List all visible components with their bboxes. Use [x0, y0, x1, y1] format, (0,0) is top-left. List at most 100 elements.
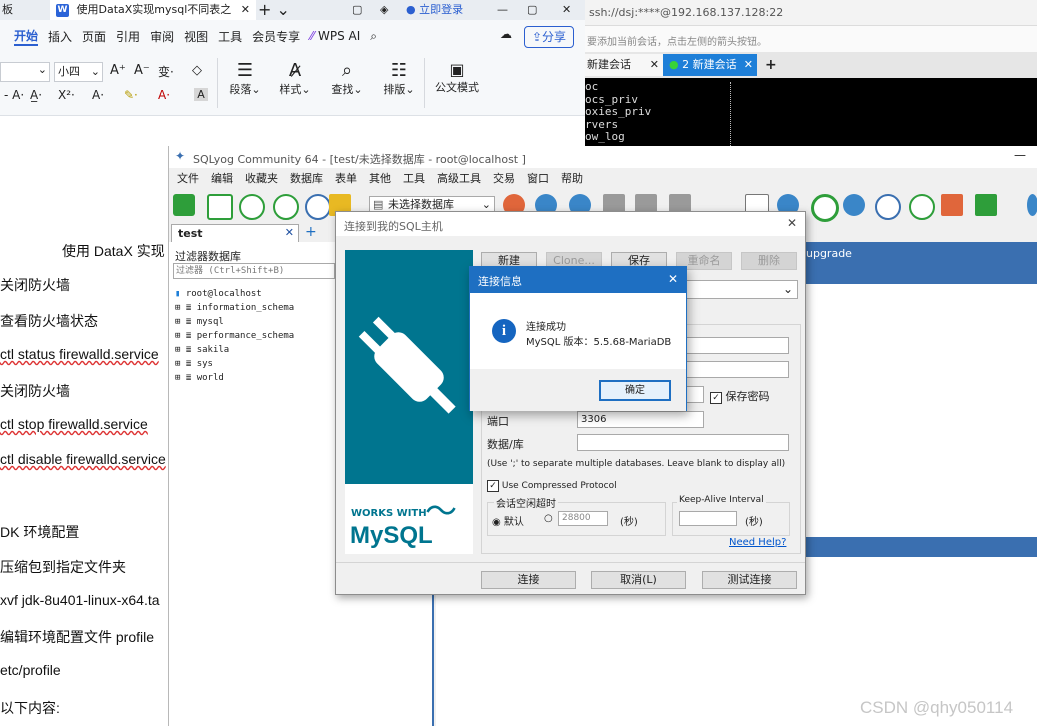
- expand-icon[interactable]: ⊞: [175, 303, 180, 313]
- login-button[interactable]: ● 立即登录: [406, 0, 476, 20]
- database-input[interactable]: [577, 434, 789, 451]
- tree-db-item[interactable]: ⊞ ≣ performance_schema: [175, 331, 294, 341]
- idle-timeout-input[interactable]: 28800: [558, 511, 608, 526]
- import-icon[interactable]: [843, 194, 865, 216]
- minimize-icon[interactable]: —: [1014, 148, 1026, 162]
- menu-table[interactable]: 表单: [335, 170, 357, 186]
- keepalive-input[interactable]: [679, 511, 737, 526]
- execute-icon[interactable]: [239, 194, 265, 220]
- history-icon[interactable]: [909, 194, 935, 220]
- wps-tab-prev[interactable]: 板: [0, 0, 46, 20]
- paragraph-button[interactable]: ☰ 段落⌄: [228, 60, 262, 97]
- close-icon[interactable]: ✕: [241, 0, 250, 20]
- tab-test[interactable]: test ✕: [171, 224, 299, 242]
- save-password-checkbox[interactable]: ✓ 保存密码: [710, 388, 770, 404]
- ssh-terminal[interactable]: oc ocs_priv oxies_priv rvers ow_log: [585, 78, 1037, 150]
- expand-icon[interactable]: ⊞: [175, 317, 180, 327]
- add-tab-icon[interactable]: +: [765, 54, 777, 76]
- connect-button[interactable]: 连接: [481, 571, 576, 589]
- menu-tools[interactable]: 工具: [403, 170, 425, 186]
- ssh-tab-2[interactable]: ● 2 新建会话 ✕: [663, 54, 757, 76]
- close-icon[interactable]: ✕: [285, 226, 294, 239]
- expand-icon[interactable]: ⊞: [175, 345, 180, 355]
- menu-member[interactable]: 会员专享: [252, 28, 300, 45]
- test-connection-button[interactable]: 测试连接: [702, 571, 797, 589]
- menu-wps-ai[interactable]: ⁄⁄ WPS AI: [310, 29, 360, 43]
- close-icon[interactable]: ✕: [787, 216, 797, 230]
- idle-custom-radio[interactable]: ○: [544, 513, 553, 524]
- highlight-icon[interactable]: ✎·: [124, 88, 138, 102]
- font-size-select[interactable]: 小四 ⌄: [54, 62, 103, 82]
- cancel-button[interactable]: 取消(L): [591, 571, 686, 589]
- strikethrough-icon[interactable]: - A·: [4, 88, 24, 102]
- menu-advanced-tools[interactable]: 高级工具: [437, 170, 481, 186]
- expand-icon[interactable]: ⊞: [175, 359, 180, 369]
- tree-db-item[interactable]: ⊞ ≣ sys: [175, 359, 213, 369]
- menu-tools[interactable]: 工具: [218, 28, 242, 45]
- menu-insert[interactable]: 插入: [48, 28, 72, 45]
- official-mode-button[interactable]: ▣ 公文模式: [434, 60, 480, 95]
- char-shading-icon[interactable]: A: [194, 88, 208, 101]
- refresh-icon[interactable]: [811, 194, 839, 222]
- find-button[interactable]: ⌕ 查找⌄: [330, 60, 364, 97]
- menu-transaction[interactable]: 交易: [493, 170, 515, 186]
- window-close-icon[interactable]: ✕: [562, 0, 576, 20]
- menu-other[interactable]: 其他: [369, 170, 391, 186]
- eraser-icon[interactable]: ◇: [192, 63, 202, 78]
- tree-root-connection[interactable]: ▮ root@localhost: [175, 289, 262, 299]
- maximize-icon[interactable]: ▢: [527, 0, 541, 20]
- phonetic-icon[interactable]: 变·: [158, 63, 174, 80]
- menu-favorites[interactable]: 收藏夹: [245, 170, 278, 186]
- menu-file[interactable]: 文件: [177, 170, 199, 186]
- execute-all-icon[interactable]: [273, 194, 299, 220]
- menu-help[interactable]: 帮助: [561, 170, 583, 186]
- add-tab-icon[interactable]: +: [305, 224, 317, 240]
- menu-home[interactable]: 开始: [14, 27, 39, 46]
- delete-button[interactable]: 删除: [741, 252, 797, 270]
- more-db-icon[interactable]: [1027, 194, 1037, 216]
- share-button[interactable]: ⇪分享: [524, 26, 574, 48]
- menu-page[interactable]: 页面: [82, 28, 106, 45]
- idle-default-radio[interactable]: ◉ 默认: [492, 513, 524, 528]
- menu-review[interactable]: 审阅: [150, 28, 174, 45]
- ssh-tab-1[interactable]: 新建会话 ✕: [585, 54, 663, 76]
- minimize-icon[interactable]: —: [497, 0, 511, 20]
- menu-reference[interactable]: 引用: [116, 28, 140, 45]
- tree-db-item[interactable]: ⊞ ≣ sakila: [175, 345, 229, 355]
- expand-icon[interactable]: ⊞: [175, 331, 180, 341]
- stop-icon[interactable]: [305, 194, 331, 220]
- new-query-icon[interactable]: [207, 194, 233, 220]
- ssh-address-bar[interactable]: ssh://dsj:****@192.168.137.128:22: [585, 0, 1037, 26]
- close-icon[interactable]: ✕: [744, 54, 753, 76]
- font-effect-icon[interactable]: A·: [92, 88, 104, 102]
- expand-icon[interactable]: ⊞: [175, 373, 180, 383]
- compressed-protocol-checkbox[interactable]: ✓ Use Compressed Protocol: [487, 480, 617, 492]
- connect-plug-icon[interactable]: [173, 194, 195, 216]
- tree-db-item[interactable]: ⊞ ≣ information_schema: [175, 303, 294, 313]
- font-color-icon[interactable]: A·: [158, 88, 170, 102]
- wps-tab-document[interactable]: W 使用DataX实现mysql不同表之 ✕: [50, 0, 256, 20]
- cube-icon[interactable]: ◈: [380, 0, 394, 20]
- tree-db-item[interactable]: ⊞ ≣ mysql: [175, 317, 224, 327]
- scheduler-icon[interactable]: [875, 194, 901, 220]
- tree-db-item[interactable]: ⊞ ≣ world: [175, 373, 224, 383]
- window-icon[interactable]: ▢: [352, 0, 366, 20]
- query-builder-icon[interactable]: [975, 194, 997, 216]
- underline-icon[interactable]: A̲·: [30, 88, 42, 102]
- close-icon[interactable]: ✕: [650, 54, 659, 76]
- close-icon[interactable]: ✕: [668, 272, 678, 286]
- layout-button[interactable]: ☷ 排版⌄: [382, 60, 416, 97]
- need-help-link[interactable]: Need Help?: [729, 537, 786, 548]
- menu-window[interactable]: 窗口: [527, 170, 549, 186]
- menu-database[interactable]: 数据库: [290, 170, 323, 186]
- menu-view[interactable]: 视图: [184, 28, 208, 45]
- filter-input[interactable]: 过滤器 (Ctrl+Shift+B): [173, 263, 335, 279]
- search-icon[interactable]: ⌕: [370, 29, 377, 44]
- schema-designer-icon[interactable]: [941, 194, 963, 216]
- cloud-upload-icon[interactable]: ☁: [500, 27, 512, 41]
- new-tab-icon[interactable]: + ⌄: [258, 0, 288, 20]
- shrink-font-icon[interactable]: A⁻: [134, 63, 150, 78]
- grow-font-icon[interactable]: A⁺: [110, 63, 126, 78]
- font-name-select[interactable]: ⌄: [0, 62, 50, 82]
- superscript-icon[interactable]: X²·: [58, 88, 75, 102]
